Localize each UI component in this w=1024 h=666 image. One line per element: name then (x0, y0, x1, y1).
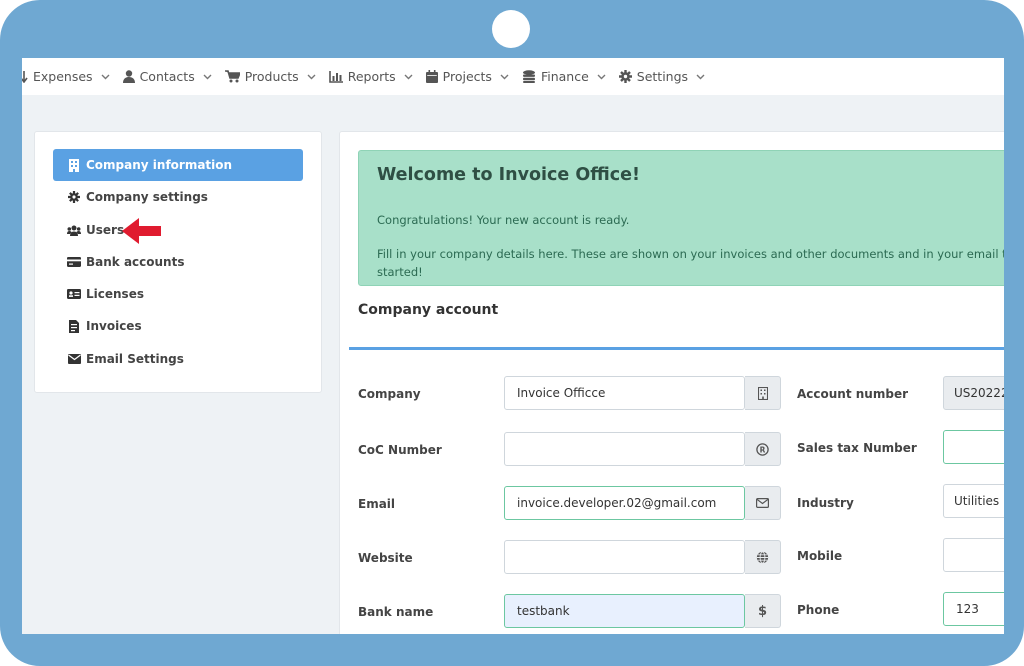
dollar-icon: $ (745, 594, 781, 628)
website-input[interactable] (504, 540, 745, 574)
svg-text:R: R (760, 445, 766, 454)
chevron-down-icon (500, 74, 509, 80)
chevron-down-icon (101, 74, 110, 80)
settings-sidebar: Company information Company settings Use… (34, 131, 322, 393)
sales-tax-number-input[interactable] (943, 430, 1004, 464)
bank-name-label: Bank name (358, 605, 434, 619)
file-invoice-icon (67, 319, 81, 333)
nav-contacts[interactable]: Contacts (122, 69, 212, 84)
id-card-icon (67, 289, 81, 299)
section-divider (349, 347, 1004, 350)
nav-label: Finance (540, 69, 589, 84)
nav-label: Reports (347, 69, 396, 84)
users-icon (67, 225, 81, 236)
registered-icon: R (745, 432, 781, 466)
industry-select[interactable]: Utilities (943, 484, 1004, 518)
nav-products[interactable]: Products (224, 69, 316, 84)
section-title: Company account (358, 302, 499, 318)
globe-icon (745, 540, 781, 574)
app-screen: Expenses Contacts Products Reports Proje… (22, 58, 1004, 634)
arrow-down-icon (22, 70, 28, 83)
phone-input[interactable]: 123 (943, 592, 1004, 626)
bar-chart-icon (328, 70, 343, 83)
nav-finance[interactable]: Finance (522, 69, 606, 84)
gear-icon (618, 70, 632, 83)
nav-label: Projects (442, 69, 492, 84)
calendar-icon (425, 70, 438, 83)
envelope-icon (67, 354, 81, 364)
nav-reports[interactable]: Reports (328, 69, 413, 84)
industry-label: Industry (797, 496, 854, 510)
nav-label: Contacts (139, 69, 195, 84)
sidebar-item-bank-accounts[interactable]: Bank accounts (53, 246, 303, 278)
welcome-alert: Welcome to Invoice Office! Congratulatio… (358, 150, 1004, 286)
sidebar-item-label: Invoices (86, 319, 142, 333)
sidebar-item-label: Licenses (86, 287, 144, 301)
sales-tax-number-label: Sales tax Number (797, 441, 917, 455)
red-arrow-annotation (122, 217, 162, 248)
email-label: Email (358, 497, 396, 511)
device-frame: Expenses Contacts Products Reports Proje… (0, 0, 1024, 666)
sidebar-item-licenses[interactable]: Licenses (53, 278, 303, 310)
chevron-down-icon (597, 74, 606, 80)
nav-expenses[interactable]: Expenses (22, 69, 110, 84)
nav-label: Expenses (33, 69, 93, 84)
chevron-down-icon (203, 74, 212, 80)
phone-label: Phone (797, 603, 840, 617)
building-icon (67, 158, 81, 172)
sidebar-item-users[interactable]: Users (53, 214, 124, 246)
company-information-panel: Welcome to Invoice Office! Congratulatio… (339, 131, 1004, 634)
sidebar-item-label: Bank accounts (86, 255, 185, 269)
chevron-down-icon (404, 74, 413, 80)
mobile-input[interactable] (943, 538, 1004, 572)
company-input[interactable]: Invoice Officce (504, 376, 745, 410)
mobile-label: Mobile (797, 549, 843, 563)
nav-label: Products (244, 69, 299, 84)
sidebar-item-invoices[interactable]: Invoices (53, 310, 303, 342)
nav-projects[interactable]: Projects (425, 69, 509, 84)
sidebar-item-company-settings[interactable]: Company settings (53, 181, 303, 213)
alert-title: Welcome to Invoice Office! (377, 165, 640, 185)
alert-instructions: Fill in your company details here. These… (377, 245, 1004, 281)
coc-number-label: CoC Number (358, 443, 442, 457)
chevron-down-icon (696, 74, 705, 80)
user-icon (122, 70, 135, 83)
alert-message: Congratulations! Your new account is rea… (377, 213, 630, 227)
building-icon (745, 376, 781, 410)
cart-icon (224, 70, 240, 83)
company-label: Company (358, 387, 421, 401)
alert-instructions-line: Fill in your company details here. These… (377, 247, 1004, 261)
nav-settings[interactable]: Settings (618, 69, 705, 84)
nav-label: Settings (636, 69, 689, 84)
top-navigation: Expenses Contacts Products Reports Proje… (22, 58, 1004, 95)
camera-dot (492, 10, 530, 48)
gear-icon (67, 191, 81, 203)
sidebar-item-company-information[interactable]: Company information (53, 149, 303, 181)
envelope-icon (745, 486, 781, 520)
alert-instructions-line: started! (377, 265, 423, 279)
sidebar-item-label: Company information (86, 158, 233, 172)
website-label: Website (358, 551, 413, 565)
bank-name-input[interactable]: testbank (504, 594, 745, 628)
sidebar-item-label: Users (86, 223, 125, 237)
coc-number-input[interactable] (504, 432, 745, 466)
sidebar-item-email-settings[interactable]: Email Settings (53, 343, 303, 375)
sidebar-item-label: Email Settings (86, 352, 184, 366)
email-input[interactable]: invoice.developer.02@gmail.com (504, 486, 745, 520)
account-number-input[interactable]: US20222 (943, 376, 1004, 410)
sidebar-item-label: Company settings (86, 190, 208, 204)
chevron-down-icon (307, 74, 316, 80)
account-number-label: Account number (797, 387, 908, 401)
credit-card-icon (67, 257, 81, 267)
coins-icon (522, 70, 536, 83)
